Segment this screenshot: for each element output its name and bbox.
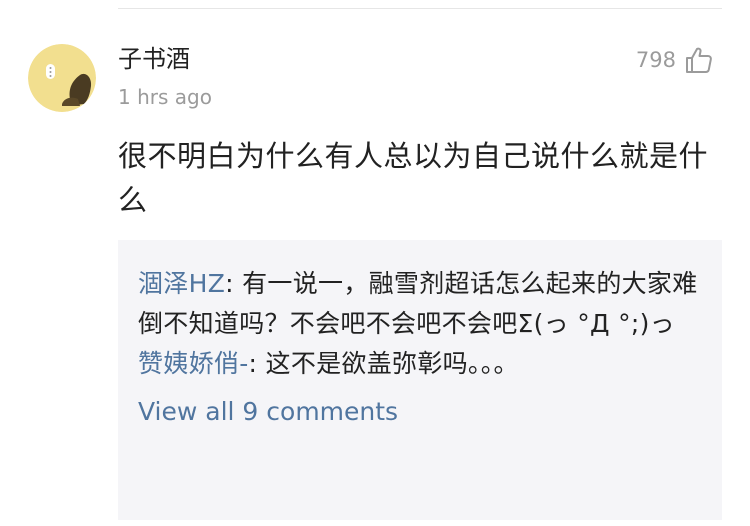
reply-author[interactable]: 赞姨娇俏- [138, 349, 249, 378]
like-count: 798 [635, 48, 676, 72]
reply-text: 这不是欲盖弥彰吗。。。 [265, 349, 519, 378]
replies-box[interactable]: 涸泽HZ: 有一说一，融雪剂超话怎么起来的大家难倒不知道吗？不会吧不会吧不会吧Σ… [118, 240, 722, 520]
timestamp: 1 hrs ago [118, 85, 212, 109]
like-button[interactable]: 798 [636, 44, 714, 76]
view-all-comments-link[interactable]: View all 9 comments [138, 394, 700, 430]
top-divider [118, 8, 722, 9]
username[interactable]: 子书酒 [118, 43, 190, 75]
reply-separator: : [248, 349, 266, 378]
comment-text: 很不明白为什么有人总以为自己说什么就是什么 [118, 139, 709, 217]
thumbs-up-icon[interactable] [684, 45, 714, 75]
reply-item: 涸泽HZ: 有一说一，融雪剂超话怎么起来的大家难倒不知道吗？不会吧不会吧不会吧Σ… [138, 264, 700, 344]
reply-author[interactable]: 涸泽HZ [138, 269, 225, 298]
reply-item: 赞姨娇俏-: 这不是欲盖弥彰吗。。。 [138, 344, 700, 384]
reply-separator: : [225, 269, 243, 298]
avatar[interactable] [28, 44, 96, 112]
avatar-image [28, 44, 96, 112]
